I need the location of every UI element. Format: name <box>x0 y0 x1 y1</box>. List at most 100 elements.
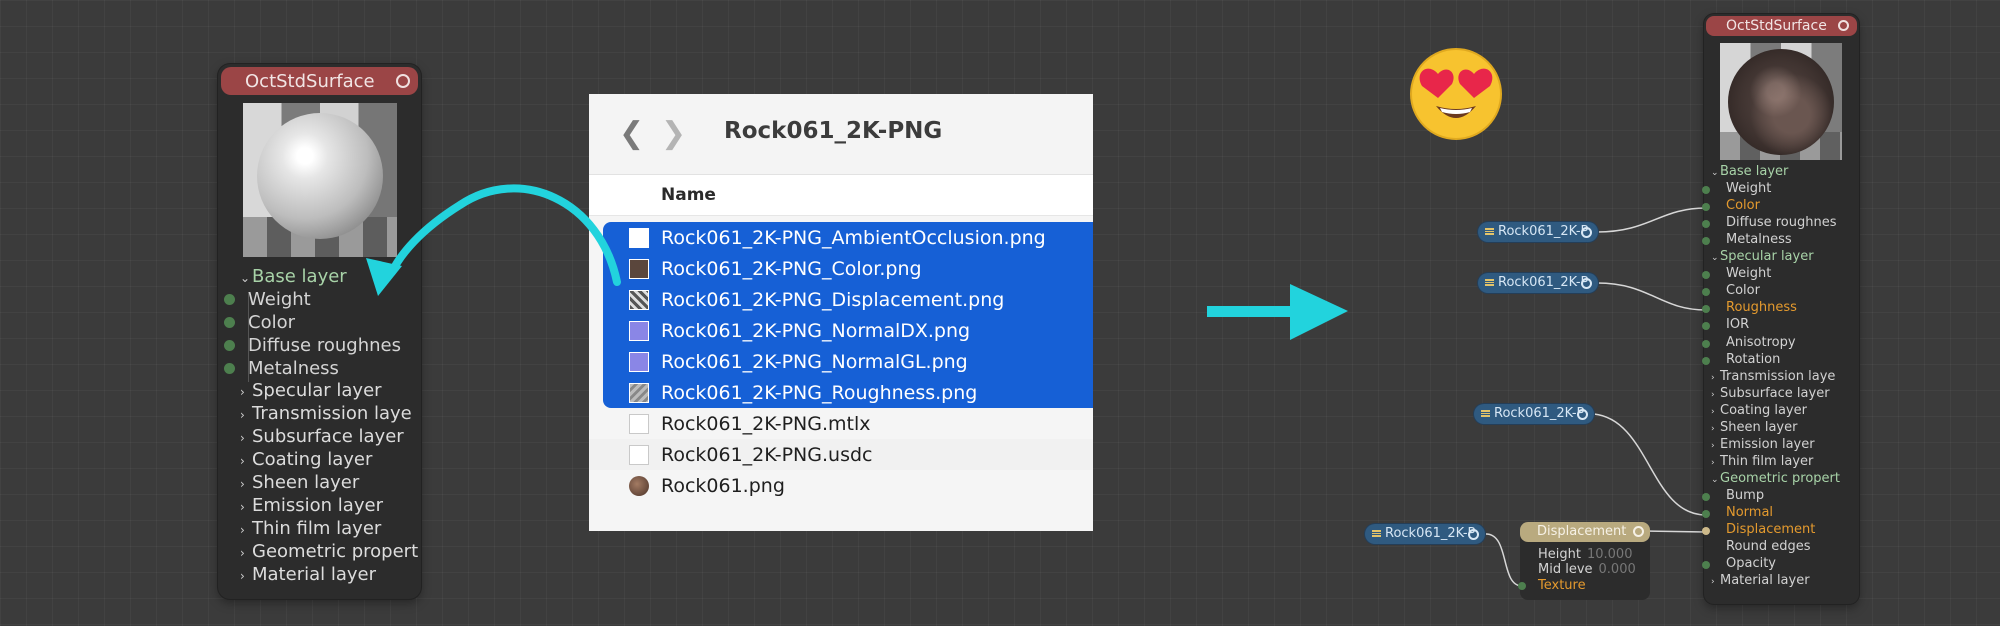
input-pin-bump[interactable] <box>1702 492 1710 501</box>
texture-node-displacement[interactable]: Rock061_2K-P <box>1365 524 1485 544</box>
right-prop-metalness[interactable]: Metalness <box>1702 232 1792 248</box>
displacement-height-row[interactable]: Height 10.000 <box>1538 547 1632 562</box>
row-label: Rotation <box>1726 351 1781 367</box>
right-prop-color[interactable]: Color <box>1702 198 1760 214</box>
menu-icon[interactable] <box>1485 228 1494 235</box>
right-prop-weight[interactable]: Weight <box>1702 266 1771 281</box>
row-label: Sheen layer <box>1720 419 1798 435</box>
row-label: Weight <box>1726 181 1772 197</box>
texture-output-port[interactable] <box>1581 227 1592 238</box>
displacement-node-title: Displacement <box>1537 524 1627 539</box>
chevron-down-icon: ⌄ <box>1711 474 1719 485</box>
right-section-thin-film-layer[interactable]: › Thin film layer <box>1711 454 1813 469</box>
right-section-coating-layer[interactable]: › Coating layer <box>1711 403 1807 418</box>
texture-node-normal[interactable]: Rock061_2K-P <box>1474 404 1594 424</box>
row-label: Color <box>1726 198 1760 214</box>
row-label: IOR <box>1726 317 1750 333</box>
right-prop-diffuse-roughnes[interactable]: Diffuse roughnes <box>1702 215 1837 231</box>
right-section-specular-layer[interactable]: ⌄Specular layer <box>1711 249 1814 264</box>
right-prop-color[interactable]: Color <box>1702 283 1760 299</box>
input-pin-color[interactable] <box>1702 203 1710 212</box>
right-node-output-port[interactable] <box>1838 20 1849 31</box>
right-node-title: OctStdSurface <box>1726 18 1827 34</box>
menu-icon[interactable] <box>1372 530 1381 537</box>
menu-icon[interactable] <box>1481 410 1490 417</box>
row-label: Metalness <box>1726 232 1792 248</box>
right-prop-rotation[interactable]: Rotation <box>1702 351 1781 367</box>
height-value[interactable]: 10.000 <box>1587 547 1633 562</box>
right-prop-round-edges[interactable]: Round edges <box>1726 539 1811 554</box>
row-label: Opacity <box>1726 556 1777 572</box>
row-label: Diffuse roughnes <box>1726 215 1837 231</box>
right-prop-ior[interactable]: IOR <box>1702 317 1750 333</box>
menu-icon[interactable] <box>1485 279 1494 286</box>
right-section-emission-layer[interactable]: › Emission layer <box>1711 437 1815 452</box>
chevron-down-icon: ⌄ <box>1711 168 1719 178</box>
right-prop-bump[interactable]: Bump <box>1702 487 1765 503</box>
texture-node-label: Rock061_2K-P <box>1385 526 1476 541</box>
right-octstdsurface-node[interactable]: OctStdSurface ⌄Base layer Weight Color Diff… <box>1702 14 1859 604</box>
row-label: Color <box>1726 283 1760 299</box>
input-pin-displacement[interactable] <box>1702 527 1710 536</box>
texture-node-label: Rock061_2K-P <box>1494 406 1585 421</box>
displacement-node[interactable]: Displacement Height 10.000 Mid leve 0.000 … <box>1518 522 1650 600</box>
texture-output-port[interactable] <box>1468 529 1479 540</box>
input-pin-metalness[interactable] <box>1702 237 1710 246</box>
row-label: Base layer <box>1720 164 1789 179</box>
wire-roughness <box>1596 282 1707 311</box>
displacement-texture-pin[interactable] <box>1518 582 1526 590</box>
straight-arrow-head <box>1290 284 1348 340</box>
heart-eyes-emoji <box>1410 48 1502 140</box>
input-pin-ior[interactable] <box>1702 322 1710 331</box>
input-pin-diffuse-roughnes[interactable] <box>1702 220 1710 229</box>
mid-level-value[interactable]: 0.000 <box>1599 562 1636 577</box>
chevron-right-icon: › <box>1711 406 1715 417</box>
row-label: Transmission laye <box>1720 368 1836 384</box>
right-prop-weight[interactable]: Weight <box>1702 181 1772 197</box>
input-pin-opacity[interactable] <box>1702 561 1710 570</box>
input-pin-normal[interactable] <box>1702 510 1710 518</box>
chevron-right-icon: › <box>1711 389 1715 400</box>
row-label: Coating layer <box>1720 402 1807 418</box>
mid-level-label: Mid leve <box>1538 562 1593 577</box>
chevron-right-icon: › <box>1711 440 1715 451</box>
right-section-sheen-layer[interactable]: › Sheen layer <box>1711 420 1797 435</box>
right-prop-roughness[interactable]: Roughness <box>1702 300 1797 315</box>
input-pin-roughness[interactable] <box>1702 305 1710 314</box>
right-prop-normal[interactable]: Normal <box>1702 505 1773 520</box>
chevron-right-icon: › <box>1711 423 1715 434</box>
displacement-output-port[interactable] <box>1633 526 1644 537</box>
right-prop-displacement[interactable]: Displacement <box>1702 522 1816 538</box>
displacement-node-header[interactable]: Displacement <box>1520 522 1650 542</box>
row-label: Bump <box>1726 487 1765 503</box>
input-pin-rotation[interactable] <box>1702 356 1710 365</box>
texture-output-port[interactable] <box>1577 409 1588 420</box>
right-section-geometric-propert[interactable]: ⌄Geometric propert <box>1711 471 1840 486</box>
chevron-down-icon: ⌄ <box>1711 253 1719 264</box>
right-section-base-layer[interactable]: ⌄Base layer <box>1711 164 1788 179</box>
input-pin-color[interactable] <box>1702 288 1710 297</box>
texture-output-port[interactable] <box>1581 278 1592 289</box>
displacement-mid-level-row[interactable]: Mid leve 0.000 <box>1538 562 1636 577</box>
row-label: Displacement <box>1726 522 1816 538</box>
right-section-transmission-laye[interactable]: › Transmission laye <box>1711 369 1835 384</box>
right-section-material-layer[interactable]: › Material layer <box>1711 573 1810 588</box>
wire-texture <box>1485 533 1523 587</box>
input-pin-weight[interactable] <box>1702 186 1710 195</box>
right-prop-opacity[interactable]: Opacity <box>1702 556 1777 572</box>
input-pin-anisotropy[interactable] <box>1702 339 1710 348</box>
wire-normal <box>1593 413 1707 516</box>
texture-node-label: Rock061_2K-P <box>1498 224 1589 239</box>
height-label: Height <box>1538 547 1581 562</box>
input-pin-weight[interactable] <box>1702 271 1710 280</box>
right-node-header[interactable]: OctStdSurface <box>1706 16 1857 36</box>
texture-node-color[interactable]: Rock061_2K-P <box>1478 222 1598 242</box>
right-section-subsurface-layer[interactable]: › Subsurface layer <box>1711 386 1830 401</box>
curved-drag-arrow <box>388 184 621 286</box>
annotation-overlay <box>366 184 1707 587</box>
row-label: Geometric propert <box>1720 470 1840 486</box>
texture-node-roughness[interactable]: Rock061_2K-P <box>1478 273 1598 293</box>
displacement-texture-label: Texture <box>1538 578 1586 593</box>
row-label: Round edges <box>1726 539 1811 555</box>
right-prop-anisotropy[interactable]: Anisotropy <box>1702 335 1796 350</box>
